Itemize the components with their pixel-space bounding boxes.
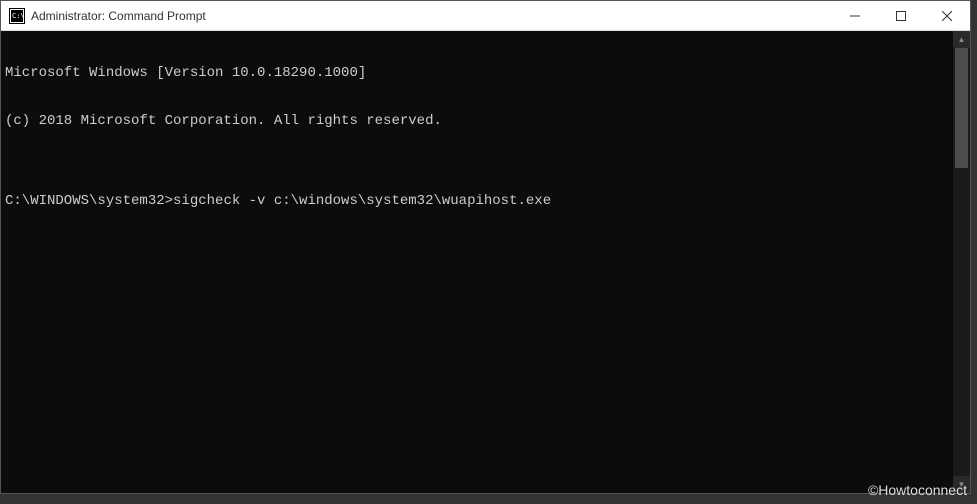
maximize-button[interactable] — [878, 1, 924, 30]
scroll-thumb[interactable] — [955, 48, 968, 168]
svg-text:C:\: C:\ — [12, 12, 25, 20]
command-input[interactable]: sigcheck -v c:\windows\system32\wuapihos… — [173, 193, 551, 209]
minimize-button[interactable] — [832, 1, 878, 30]
close-button[interactable] — [924, 1, 970, 30]
vertical-scrollbar[interactable]: ▲ ▼ — [953, 31, 970, 493]
titlebar: C:\ Administrator: Command Prompt — [1, 1, 970, 31]
scroll-up-button[interactable]: ▲ — [953, 31, 970, 48]
watermark: ©Howtoconnect — [868, 482, 967, 498]
console-output[interactable]: Microsoft Windows [Version 10.0.18290.10… — [1, 31, 953, 493]
console-line: (c) 2018 Microsoft Corporation. All righ… — [5, 113, 949, 129]
console-line: Microsoft Windows [Version 10.0.18290.10… — [5, 65, 949, 81]
prompt-line: C:\WINDOWS\system32>sigcheck -v c:\windo… — [5, 193, 949, 209]
cmd-icon: C:\ — [9, 8, 25, 24]
window-title: Administrator: Command Prompt — [31, 9, 832, 23]
prompt: C:\WINDOWS\system32> — [5, 193, 173, 209]
console-area: Microsoft Windows [Version 10.0.18290.10… — [1, 31, 970, 493]
window-controls — [832, 1, 970, 30]
scroll-track[interactable] — [953, 48, 970, 476]
command-prompt-window: C:\ Administrator: Command Prompt Micros… — [0, 0, 971, 494]
